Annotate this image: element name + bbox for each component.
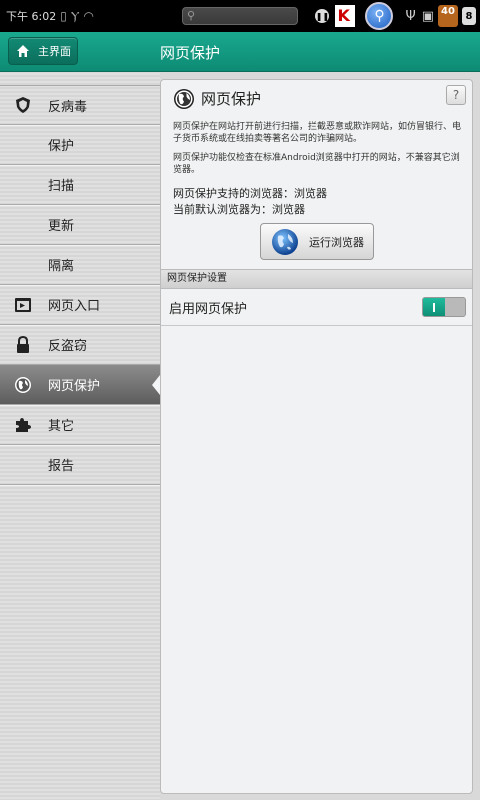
run-browser-button[interactable]: 运行浏览器 [260, 223, 374, 260]
sidebar-item-label: 保护 [48, 139, 75, 154]
run-browser-label: 运行浏览器 [309, 235, 364, 249]
search-zoom-icon[interactable]: ⚲ [365, 2, 394, 30]
status-bar: 下午 6:02 ▯ Ⲩ ◠ ⚲ ❚❚ K ⚲ Ψ ▣ 40 8 [0, 0, 480, 32]
description-text: 网页保护在网站打开前进行扫描，拦截恶意或欺诈网站，如仿冒银行、电子货币系统或在线… [173, 122, 462, 144]
sidebar-item-update[interactable]: 更新 [0, 205, 160, 245]
sidebar-item-report[interactable]: 报告 [0, 445, 160, 485]
sidebar-item-label: 网页入口 [48, 299, 101, 314]
sidebar-item-label: 其它 [48, 419, 75, 434]
notification-badge[interactable]: 40 [438, 5, 458, 27]
sidebar-item-label: 报告 [48, 459, 75, 474]
web-protection-panel: 网页保护 ? 网页保护在网站打开前进行扫描，拦截恶意或欺诈网站，如仿冒银行、电子… [160, 79, 473, 794]
sidebar-item-scan[interactable]: 扫描 [0, 165, 160, 205]
puzzle-icon [14, 416, 32, 434]
notification-count-badge[interactable]: 8 [462, 7, 476, 25]
sim-card-icon: ▯ [60, 9, 67, 23]
compatibility-text: 网页保护功能仅检查在标准Android浏览器中打开的网站，不兼容其它浏览器。 [173, 153, 460, 175]
sidebar-item-anti-theft[interactable]: 反盗窃 [0, 325, 160, 365]
kaspersky-icon[interactable]: K [335, 5, 356, 27]
sidebar-item-label: 网页保护 [48, 379, 101, 394]
enable-web-protection-row[interactable]: 启用网页保护 [161, 290, 472, 326]
toggle-on-indicator [423, 298, 445, 316]
sidebar-item-other[interactable]: 其它 [0, 405, 160, 445]
status-search-bar[interactable]: ⚲ [182, 7, 298, 25]
default-browser-text: 当前默认浏览器为：浏览器 [173, 203, 305, 216]
sidebar-item-antivirus[interactable]: 反病毒 [0, 85, 160, 125]
usb-icon: Ψ [405, 8, 416, 24]
earth-icon [272, 228, 298, 255]
sidebar-item-protection[interactable]: 保护 [0, 125, 160, 165]
globe-icon [174, 89, 194, 109]
lock-icon [14, 335, 32, 354]
status-time: 下午 6:02 [6, 10, 57, 23]
page-title: 网页保护 [160, 44, 221, 62]
settings-section-header: 网页保护设置 [161, 269, 472, 289]
panel-header: 网页保护 ? [161, 80, 472, 118]
app-header: 主界面 网页保护 [0, 32, 480, 72]
sidebar-item-quarantine[interactable]: 隔离 [0, 245, 160, 285]
supported-browser-text: 网页保护支持的浏览器：浏览器 [173, 187, 327, 200]
setting-label: 启用网页保护 [169, 302, 248, 317]
sidebar-item-web-portal[interactable]: 网页入口 [0, 285, 160, 325]
search-icon: ⚲ [187, 9, 196, 22]
home-icon [17, 45, 29, 57]
sidebar-item-label: 隔离 [48, 259, 75, 274]
wifi-icon: ◠ [83, 9, 94, 23]
home-button-label: 主界面 [38, 45, 71, 58]
sidebar-item-label: 更新 [48, 219, 75, 234]
sidebar: 反病毒 保护 扫描 更新 隔离 网页入口 反盗窃 网页保护 其它 报告 [0, 73, 160, 800]
sidebar-item-label: 反病毒 [48, 99, 88, 115]
sidebar-item-web-protection[interactable]: 网页保护 [0, 365, 160, 405]
sidebar-item-label: 扫描 [48, 179, 75, 194]
sidebar-item-label: 反盗窃 [48, 339, 88, 354]
android-icon: ▣ [421, 8, 434, 24]
help-button[interactable]: ? [446, 85, 466, 105]
globe-icon [14, 376, 32, 394]
browser-window-icon [14, 296, 32, 314]
pause-icon[interactable]: ❚❚ [315, 9, 330, 23]
enable-web-protection-toggle[interactable] [422, 297, 466, 317]
shield-icon [14, 96, 32, 114]
home-button[interactable]: 主界面 [8, 37, 78, 65]
signal-icon: Ⲩ [70, 8, 80, 23]
panel-title: 网页保护 [201, 90, 262, 108]
